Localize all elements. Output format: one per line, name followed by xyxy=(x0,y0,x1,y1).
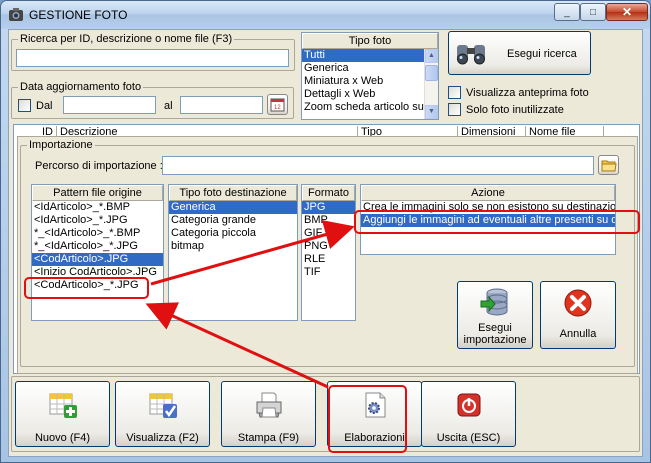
search-input[interactable] xyxy=(16,49,289,67)
tipo-foto-header: Tipo foto xyxy=(302,33,438,49)
pattern-item[interactable]: <IdArticolo>_*.JPG xyxy=(32,214,163,227)
path-input[interactable] xyxy=(162,156,594,175)
pattern-item[interactable]: *_<IdArticolo>_*.BMP xyxy=(32,227,163,240)
uscita-button[interactable]: Uscita (ESC) xyxy=(421,381,516,447)
tipo-dest-items: Generica Categoria grande Categoria piccol… xyxy=(169,201,297,253)
search-group: Ricerca per ID, descrizione o nome file … xyxy=(11,33,295,71)
anteprima-checkbox[interactable] xyxy=(448,86,461,99)
date-group: Data aggiornamento foto Dal al 12 xyxy=(11,81,294,119)
al-label: al xyxy=(164,100,173,112)
import-panel: Importazione Percorso di importazione : … xyxy=(17,136,638,374)
scroll-down-arrow[interactable]: ▼ xyxy=(425,105,438,119)
inutilizzate-checkbox[interactable] xyxy=(448,103,461,116)
search-label: Ricerca per ID, descrizione o nome file … xyxy=(18,33,235,46)
esegui-ricerca-label: Esegui ricerca xyxy=(507,48,577,60)
formato-item[interactable]: PNG xyxy=(302,240,355,253)
uscita-label: Uscita (ESC) xyxy=(436,432,501,444)
formato-item[interactable]: RLE xyxy=(302,253,355,266)
visualizza-label: Visualizza (F2) xyxy=(126,432,199,444)
import-group-label: Importazione xyxy=(27,139,95,152)
tipo-dest-item[interactable]: bitmap xyxy=(169,240,297,253)
tipo-foto-item[interactable]: Tutti xyxy=(302,49,425,62)
formato-header: Formato xyxy=(302,185,355,201)
formato-item[interactable]: JPG xyxy=(302,201,355,214)
date-label: Data aggiornamento foto xyxy=(18,81,144,94)
pattern-list[interactable]: Pattern file origine <IdArticolo>_*.BMP <… xyxy=(31,184,164,321)
stampa-label: Stampa (F9) xyxy=(237,432,300,444)
tipo-dest-item[interactable]: Categoria piccola xyxy=(169,227,297,240)
binoculars-icon xyxy=(457,45,485,65)
tipo-foto-item[interactable]: Generica xyxy=(302,62,425,75)
app-icon xyxy=(9,8,23,21)
dal-date-input[interactable] xyxy=(63,96,156,114)
pattern-item[interactable]: <CodArticolo>.JPG xyxy=(32,253,163,266)
tipo-dest-item[interactable]: Categoria grande xyxy=(169,214,297,227)
calendar-day: 12 xyxy=(274,105,281,111)
visualizza-button[interactable]: Visualizza (F2) xyxy=(115,381,210,447)
annulla-label: Annulla xyxy=(559,328,597,340)
import-group: Importazione Percorso di importazione : … xyxy=(20,139,635,367)
stampa-button[interactable]: Stampa (F9) xyxy=(221,381,316,447)
esegui-ricerca-button[interactable]: Esegui ricerca xyxy=(448,31,591,75)
maximize-button[interactable]: □ xyxy=(580,3,606,21)
inutilizzate-label: Solo foto inutilizzate xyxy=(466,104,564,116)
calendar-button[interactable]: 12 xyxy=(267,94,288,115)
pattern-item[interactable]: *_<IdArticolo>_*.JPG xyxy=(32,240,163,253)
tipo-dest-item[interactable]: Generica xyxy=(169,201,297,214)
power-icon xyxy=(457,393,480,417)
pattern-highlight-box xyxy=(24,277,149,299)
path-label: Percorso di importazione : xyxy=(35,160,163,172)
formato-item[interactable]: TIF xyxy=(302,266,355,279)
elaborazioni-highlight-box xyxy=(328,385,407,453)
new-grid-icon xyxy=(49,393,77,418)
tipo-foto-item[interactable]: Miniatura x Web xyxy=(302,75,425,88)
dal-checkbox[interactable] xyxy=(18,99,31,112)
view-grid-icon xyxy=(149,393,177,418)
azione-header: Azione xyxy=(361,185,615,201)
esegui-importazione-button[interactable]: Esegui importazione xyxy=(457,281,533,349)
anteprima-label: Visualizza anteprima foto xyxy=(466,87,589,99)
client-area: Ricerca per ID, descrizione o nome file … xyxy=(8,29,643,457)
tipo-foto-items: Tutti Generica Miniatura x Web Dettagli x W… xyxy=(302,49,425,114)
tipo-foto-item[interactable]: Dettagli x Web xyxy=(302,88,425,101)
dal-label: Dal xyxy=(36,100,53,112)
minimize-button[interactable]: _ xyxy=(554,3,580,21)
formato-item[interactable]: BMP xyxy=(302,214,355,227)
al-date-input[interactable] xyxy=(180,96,263,114)
close-button[interactable]: ✕ xyxy=(606,3,648,21)
window-title: GESTIONE FOTO xyxy=(29,8,128,22)
tipo-dest-header: Tipo foto destinazione xyxy=(169,185,297,201)
pattern-header: Pattern file origine xyxy=(32,185,163,201)
nuovo-label: Nuovo (F4) xyxy=(34,432,91,444)
scroll-up-arrow[interactable]: ▲ xyxy=(425,49,438,63)
azione-highlight-box xyxy=(354,210,640,234)
pattern-item[interactable]: <IdArticolo>_*.BMP xyxy=(32,201,163,214)
tipo-dest-list[interactable]: Tipo foto destinazione Generica Categoria… xyxy=(168,184,298,321)
title-bar[interactable]: GESTIONE FOTO _ □ ✕ xyxy=(1,1,650,29)
scroll-thumb[interactable] xyxy=(425,65,438,81)
browse-folder-button[interactable] xyxy=(598,155,619,175)
folder-icon xyxy=(601,160,617,172)
nuovo-button[interactable]: Nuovo (F4) xyxy=(15,381,110,447)
tipo-foto-scrollbar[interactable]: ▲ ▼ xyxy=(424,49,438,119)
database-import-icon xyxy=(480,288,508,316)
formato-items: JPG BMP GIF PNG RLE TIF xyxy=(302,201,355,279)
formato-item[interactable]: GIF xyxy=(302,227,355,240)
cancel-icon xyxy=(564,289,592,317)
tipo-foto-list[interactable]: Tipo foto Tutti Generica Miniatura x Web De… xyxy=(301,32,439,120)
printer-icon xyxy=(256,392,281,418)
formato-list[interactable]: Formato JPG BMP GIF PNG RLE TIF xyxy=(301,184,356,321)
tipo-foto-item[interactable]: Zoom scheda articolo su xyxy=(302,101,425,114)
esegui-importazione-label: Esegui importazione xyxy=(463,322,527,346)
calendar-icon: 12 xyxy=(270,98,285,112)
gestione-foto-window: GESTIONE FOTO _ □ ✕ Ricerca per ID, desc… xyxy=(0,0,651,463)
annulla-button[interactable]: Annulla xyxy=(540,281,616,349)
